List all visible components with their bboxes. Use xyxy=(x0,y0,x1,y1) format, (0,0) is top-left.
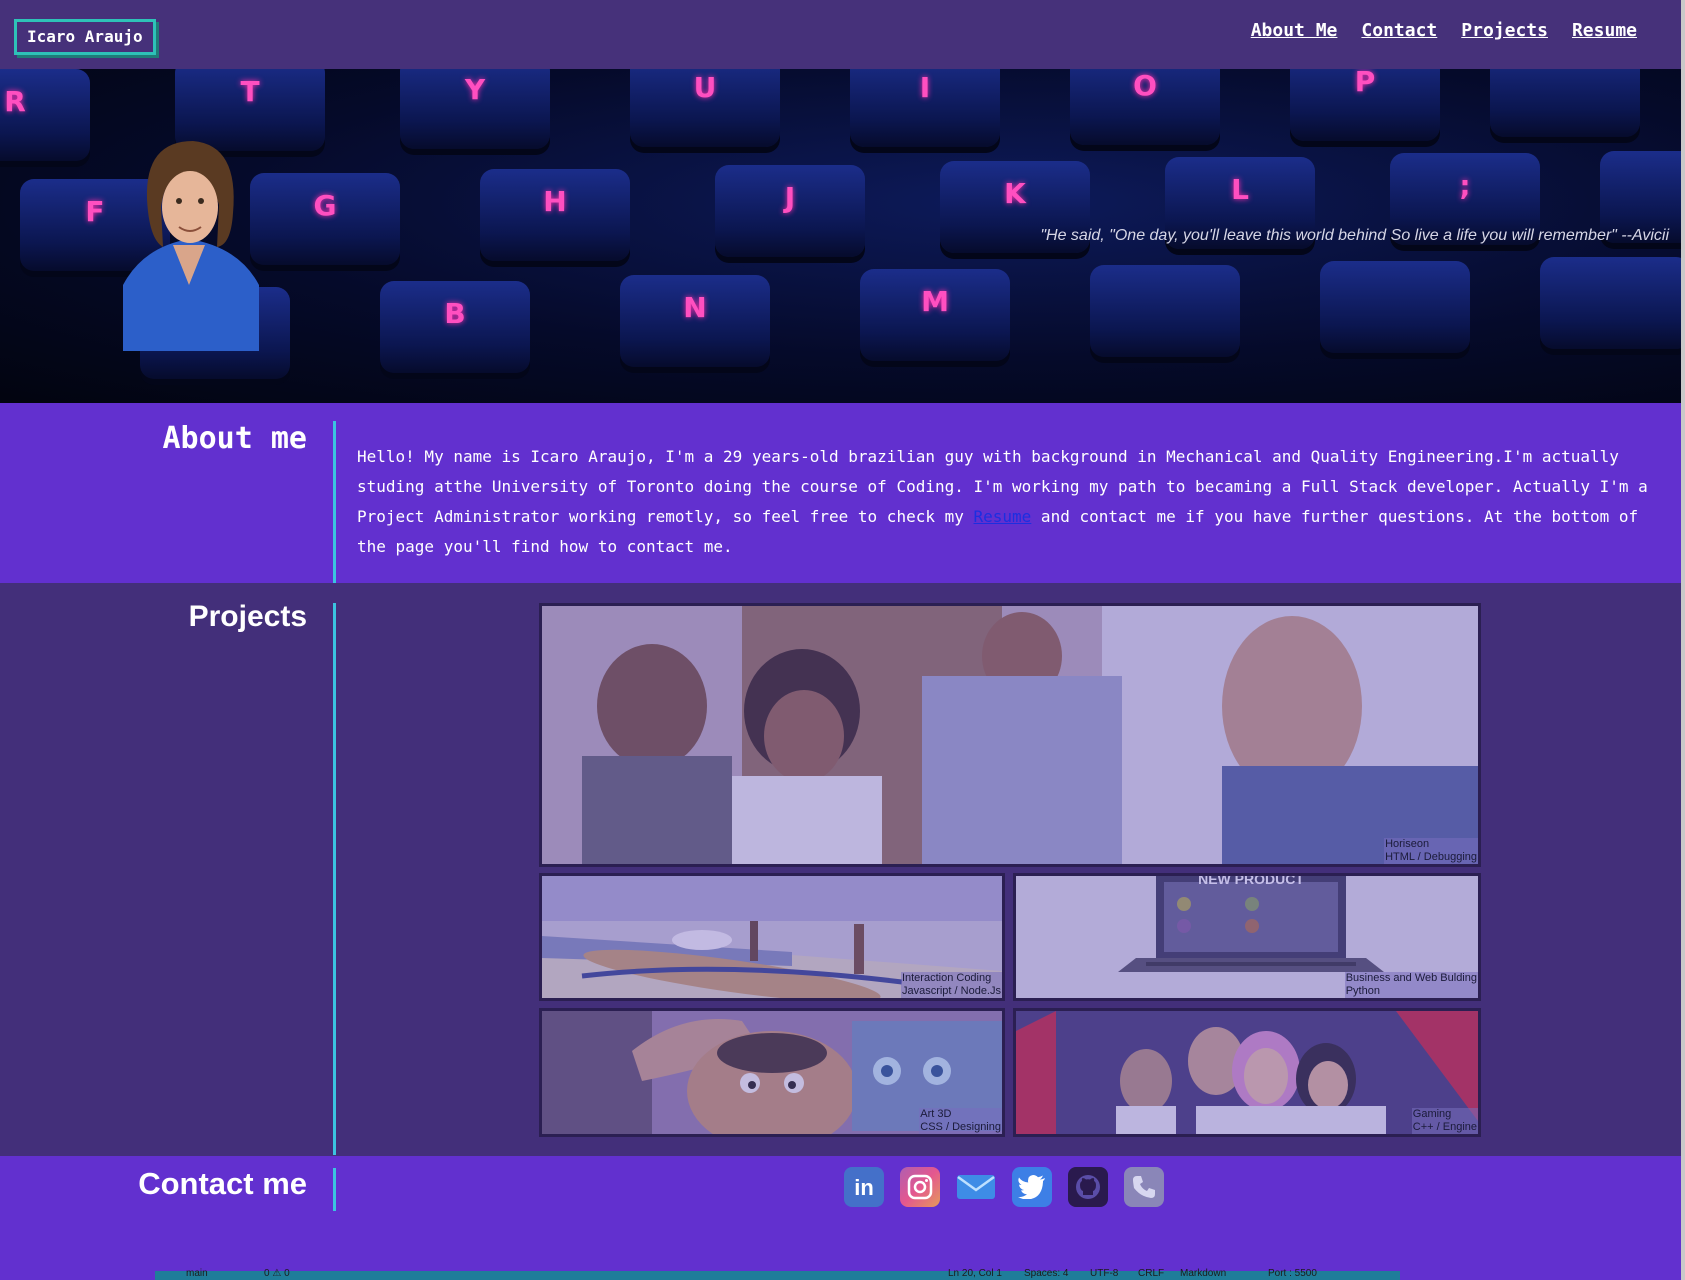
contact-title: Contact me xyxy=(138,1166,307,1201)
twitter-icon[interactable] xyxy=(1012,1167,1052,1207)
window-scrollbar[interactable] xyxy=(1681,0,1685,1280)
site-logo[interactable]: Icaro Araujo xyxy=(14,19,156,55)
keyboard-key xyxy=(1320,261,1470,353)
keyboard-key: I xyxy=(850,69,1000,147)
site-header: Icaro Araujo About Me Contact Projects R… xyxy=(0,0,1681,69)
hero-banner: R T Y U I O P F G H J K L ; B N M "He sa… xyxy=(0,69,1681,403)
about-title: About me xyxy=(162,421,308,456)
project-name: Art 3D xyxy=(920,1108,952,1120)
project-tech: Javascript / Node.Js xyxy=(901,985,1001,997)
profile-photo xyxy=(123,141,259,351)
keyboard-key: R xyxy=(0,69,90,161)
keyboard-key: P xyxy=(1290,69,1440,141)
project-name: Horiseon xyxy=(1385,838,1430,850)
project-name: Business and Web Bulding xyxy=(1345,972,1477,984)
status-branch[interactable]: main xyxy=(186,1268,208,1279)
about-divider xyxy=(333,421,336,584)
keyboard-key: G xyxy=(250,173,400,265)
status-language[interactable]: Markdown xyxy=(1180,1268,1226,1279)
status-port[interactable]: Port : 5500 xyxy=(1268,1268,1317,1279)
nav-about-me[interactable]: About Me xyxy=(1251,20,1338,41)
project-name: Interaction Coding xyxy=(901,972,992,984)
keyboard-key: Y xyxy=(400,69,550,149)
project-label: Art 3D CSS / Designing xyxy=(919,1108,1002,1134)
project-card-horiseon[interactable]: Horiseon HTML / Debugging xyxy=(539,603,1481,867)
contact-divider xyxy=(333,1168,336,1211)
contact-section: Contact me in xyxy=(0,1156,1681,1280)
status-encoding[interactable]: UTF-8 xyxy=(1090,1268,1118,1279)
projects-divider xyxy=(333,603,336,1155)
project-card-gaming[interactable]: Gaming C++ / Engine xyxy=(1013,1008,1481,1137)
nav-contact[interactable]: Contact xyxy=(1361,20,1437,41)
svg-text:in: in xyxy=(854,1175,874,1200)
project-tech: CSS / Designing xyxy=(920,1121,1001,1133)
keyboard-key: N xyxy=(620,275,770,367)
linkedin-icon[interactable]: in xyxy=(844,1167,884,1207)
status-eol[interactable]: CRLF xyxy=(1138,1268,1164,1279)
status-spaces[interactable]: Spaces: 4 xyxy=(1024,1268,1068,1279)
project-tech: HTML / Debugging xyxy=(1385,851,1477,863)
email-icon[interactable] xyxy=(956,1167,996,1207)
status-errors[interactable]: 0 ⚠ 0 xyxy=(264,1268,290,1279)
keyboard-key: O xyxy=(1070,69,1220,145)
github-icon[interactable] xyxy=(1068,1167,1108,1207)
instagram-icon[interactable] xyxy=(900,1167,940,1207)
keyboard-key: M xyxy=(860,269,1010,361)
keyboard-key xyxy=(1490,69,1640,137)
keyboard-key: J xyxy=(715,165,865,257)
project-label: Horiseon HTML / Debugging xyxy=(1384,838,1478,864)
project-label: Gaming C++ / Engine xyxy=(1411,1108,1478,1134)
project-label: Business and Web Bulding Python xyxy=(1344,972,1478,998)
projects-title: Projects xyxy=(188,600,307,633)
keyboard-key xyxy=(1090,265,1240,357)
keyboard-key: H xyxy=(480,169,630,261)
social-icons: in xyxy=(844,1167,1164,1207)
project-tech: C++ / Engine xyxy=(1412,1121,1477,1133)
portfolio-page: Icaro Araujo About Me Contact Projects R… xyxy=(0,0,1681,1280)
about-section: About me Hello! My name is Icaro Araujo,… xyxy=(0,403,1681,584)
hero-quote: "He said, "One day, you'll leave this wo… xyxy=(1040,227,1669,244)
project-tech: Python xyxy=(1345,985,1380,997)
status-position[interactable]: Ln 20, Col 1 xyxy=(948,1268,1002,1279)
project-card-interaction-coding[interactable]: Interaction Coding Javascript / Node.Js xyxy=(539,873,1005,1001)
about-text: Hello! My name is Icaro Araujo, I'm a 29… xyxy=(357,447,1648,556)
nav-projects[interactable]: Projects xyxy=(1461,20,1548,41)
project-card-business-web[interactable]: NEW PRODUCT Business and Web Bulding Pyt… xyxy=(1013,873,1481,1001)
project-card-art-3d[interactable]: Art 3D CSS / Designing xyxy=(539,1008,1005,1137)
phone-icon[interactable] xyxy=(1124,1167,1164,1207)
nav-resume[interactable]: Resume xyxy=(1572,20,1637,41)
keyboard-key xyxy=(1540,257,1681,349)
resume-link[interactable]: Resume xyxy=(974,507,1032,526)
keyboard-key: U xyxy=(630,69,780,147)
main-nav: About Me Contact Projects Resume xyxy=(1251,20,1637,41)
project-name: Gaming xyxy=(1412,1108,1452,1120)
projects-section: Projects Horiseon HTML / Debugging Inter… xyxy=(0,583,1681,1156)
project-label: Interaction Coding Javascript / Node.Js xyxy=(900,972,1002,998)
keyboard-key: B xyxy=(380,281,530,373)
